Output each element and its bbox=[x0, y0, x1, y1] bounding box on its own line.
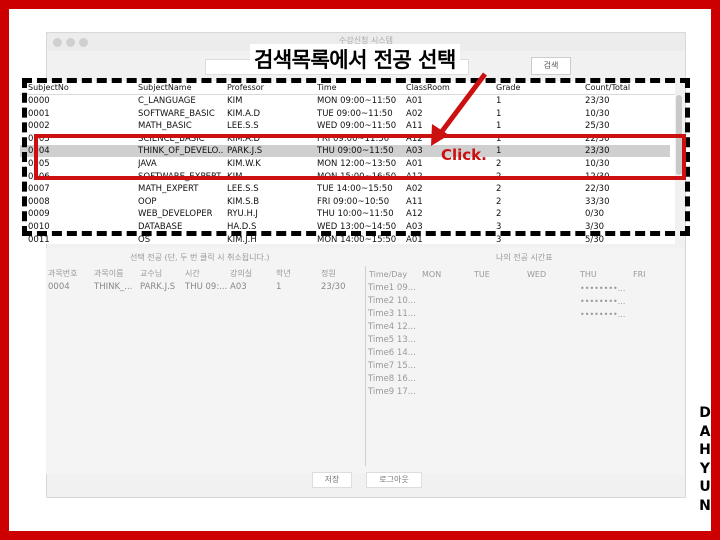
timetable-title: 나의 전공 시간표 bbox=[496, 253, 553, 262]
tt-cell-thu-3[interactable]: ••••••••... bbox=[580, 310, 625, 319]
sel-col-name: 과목이름 bbox=[94, 269, 124, 278]
sel-cell-cap: 23/30 bbox=[321, 282, 346, 292]
click-callout: Click. bbox=[441, 146, 487, 164]
search-button[interactable]: 검색 bbox=[531, 57, 571, 75]
cell-time: MON 14:00~15:50 bbox=[317, 234, 397, 244]
tt-time-label: Time9 17... bbox=[368, 387, 416, 397]
tt-time-label: Time2 10... bbox=[368, 296, 416, 306]
cell-classroom: A01 bbox=[406, 234, 423, 244]
sel-col-room: 강의실 bbox=[230, 269, 253, 278]
tt-day-header-wed: WED bbox=[527, 270, 547, 279]
cell-subjectname: OS bbox=[138, 234, 151, 244]
tt-day-header-mon: MON bbox=[422, 270, 442, 279]
tt-time-label: Time6 14... bbox=[368, 348, 416, 358]
tt-day-header-fri: FRI bbox=[633, 270, 646, 279]
tt-cell-thu-2[interactable]: ••••••••... bbox=[580, 297, 625, 306]
sel-cell-room: A03 bbox=[230, 282, 247, 292]
cell-professor: KIM.J.H bbox=[227, 234, 257, 244]
sel-cell-prof: PARK.J.S bbox=[140, 282, 176, 292]
sel-col-time: 시간 bbox=[185, 269, 200, 278]
tt-day-header-tue: TUE bbox=[474, 270, 490, 279]
signature-letter: U bbox=[699, 479, 711, 495]
pane-divider bbox=[365, 266, 366, 466]
tt-time-label: Time7 15... bbox=[368, 361, 416, 371]
tt-time-label: Time5 13... bbox=[368, 335, 416, 345]
sel-col-grade: 학년 bbox=[276, 269, 291, 278]
signature-letter: Y bbox=[699, 460, 711, 477]
signature-letter: D bbox=[699, 405, 711, 421]
instruction-banner: 검색목록에서 전공 선택 bbox=[250, 44, 460, 74]
sel-cell-grade: 1 bbox=[276, 282, 282, 292]
sel-col-cap: 정원 bbox=[321, 269, 336, 278]
tt-cell-thu-1[interactable]: ••••••••... bbox=[580, 284, 625, 293]
cell-subjectno: 0011 bbox=[28, 234, 50, 244]
save-button[interactable]: 저장 bbox=[312, 472, 352, 488]
tt-time-label: Time1 09... bbox=[368, 283, 416, 293]
cell-count: 5/30 bbox=[585, 234, 605, 244]
red-highlight-box bbox=[34, 134, 686, 180]
tt-time-label: Time8 16... bbox=[368, 374, 416, 384]
selected-pane-title: 선택 전공 (단, 두 번 클릭 시 취소됩니다.) bbox=[130, 253, 270, 262]
signature-vertical: D A H Y U N bbox=[694, 404, 716, 515]
sel-col-prof: 교수님 bbox=[140, 269, 163, 278]
tt-day-header-thu: THU bbox=[580, 270, 597, 279]
tt-day-header-0: Time/Day bbox=[369, 270, 408, 279]
tt-time-label: Time3 11... bbox=[368, 309, 416, 319]
sel-col-no: 과목번호 bbox=[48, 269, 78, 278]
sel-cell-name: THINK_... bbox=[94, 282, 133, 292]
signature-letter: N bbox=[699, 497, 711, 514]
sel-cell-no: 0004 bbox=[48, 282, 70, 292]
logout-button[interactable]: 로그아웃 bbox=[366, 472, 422, 488]
signature-letter: H bbox=[699, 442, 711, 458]
cell-grade: 3 bbox=[496, 234, 502, 244]
sel-cell-time: THU 09:... bbox=[185, 282, 228, 292]
tt-time-label: Time4 12... bbox=[368, 322, 416, 332]
signature-letter: A bbox=[699, 423, 711, 440]
